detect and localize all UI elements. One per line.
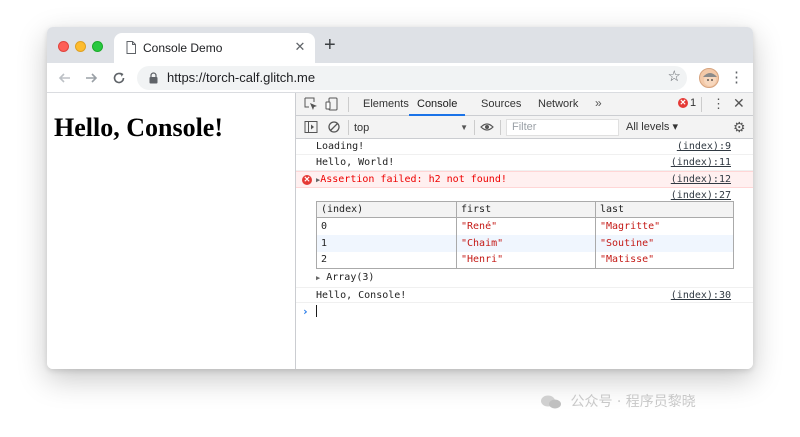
more-tabs-icon[interactable]: » bbox=[595, 96, 602, 110]
console-prompt-icon: › bbox=[302, 305, 309, 318]
table-row: 1 "Chaim" "Soutine" bbox=[316, 234, 734, 252]
clear-console-icon[interactable] bbox=[327, 120, 341, 134]
table-row: 0 "René" "Magritte" bbox=[316, 217, 734, 235]
chevron-down-icon: ▼ bbox=[460, 123, 468, 132]
message-text: Assertion failed: h2 not found! bbox=[320, 174, 507, 185]
message-text: Loading! bbox=[316, 141, 365, 152]
table-cell: "Soutine" bbox=[595, 234, 734, 252]
context-value: top bbox=[354, 122, 370, 134]
reload-icon[interactable] bbox=[109, 68, 129, 88]
console-toolbar: top ▼ Filter All levels ▾ ⚙ bbox=[296, 116, 753, 139]
table-row: 2 "Henri" "Matisse" bbox=[316, 251, 734, 269]
lock-icon bbox=[149, 72, 158, 84]
tab-console[interactable]: Console bbox=[409, 93, 466, 116]
source-link[interactable]: (index):27 bbox=[671, 190, 731, 201]
table-cell: "René" bbox=[456, 217, 596, 235]
table-header[interactable]: last bbox=[595, 201, 734, 218]
table-header-row: (index) first last bbox=[316, 201, 734, 218]
close-window-button[interactable] bbox=[58, 41, 69, 52]
table-cell: 2 bbox=[316, 251, 457, 269]
tab-sources[interactable]: Sources bbox=[481, 93, 521, 116]
log-levels-select[interactable]: All levels ▾ bbox=[626, 120, 678, 133]
url-text: https://torch-calf.glitch.me bbox=[167, 70, 316, 85]
wechat-logo-icon bbox=[541, 395, 561, 409]
console-error-message[interactable]: ✕ ▶Assertion failed: h2 not found! (inde… bbox=[296, 171, 753, 188]
source-link[interactable]: (index):9 bbox=[677, 141, 731, 152]
devtools-tab-bar: Elements Console Sources Network » ✕ 1 ⋮… bbox=[296, 93, 753, 116]
table-cell: "Matisse" bbox=[595, 251, 734, 269]
table-cell: "Magritte" bbox=[595, 217, 734, 235]
back-icon[interactable] bbox=[55, 68, 75, 88]
table-cell: 1 bbox=[316, 234, 457, 252]
toolbar-divider bbox=[474, 120, 475, 135]
browser-tab[interactable]: Console Demo ✕ bbox=[114, 33, 315, 63]
web-page: Hello, Console! bbox=[47, 93, 295, 369]
source-link[interactable]: (index):12 bbox=[671, 174, 731, 185]
content-area: Hello, Console! Elements Console Sources… bbox=[47, 93, 753, 369]
page-heading: Hello, Console! bbox=[54, 113, 223, 142]
console-table: (index) first last 0 "René" "Magritte" 1 bbox=[316, 201, 734, 269]
toolbar-divider bbox=[500, 120, 501, 135]
context-select[interactable]: top ▼ bbox=[354, 120, 468, 136]
table-cell: "Henri" bbox=[456, 251, 596, 269]
console-message: Hello, Console! (index):30 bbox=[296, 287, 753, 303]
console-output: Loading! (index):9 Hello, World! (index)… bbox=[296, 139, 753, 369]
array-summary-text: Array(3) bbox=[326, 272, 375, 283]
table-header[interactable]: first bbox=[456, 201, 596, 218]
console-message: Loading! (index):9 bbox=[296, 139, 753, 155]
document-icon bbox=[126, 41, 136, 54]
toolbar-divider bbox=[348, 97, 349, 112]
browser-toolbar: https://torch-calf.glitch.me ☆ ⋮ bbox=[47, 63, 753, 93]
tab-network[interactable]: Network bbox=[538, 93, 578, 116]
inspect-element-icon[interactable] bbox=[304, 97, 318, 111]
forward-icon[interactable] bbox=[81, 68, 101, 88]
live-expression-eye-icon[interactable] bbox=[480, 120, 494, 134]
filter-input[interactable]: Filter bbox=[506, 119, 619, 136]
avatar[interactable] bbox=[699, 68, 719, 88]
tab-close-icon[interactable]: ✕ bbox=[293, 39, 307, 55]
tab-title: Console Demo bbox=[143, 41, 223, 55]
device-toolbar-icon[interactable] bbox=[325, 97, 339, 111]
error-icon: ✕ bbox=[302, 175, 312, 185]
address-bar[interactable]: https://torch-calf.glitch.me ☆ bbox=[137, 66, 687, 90]
error-count[interactable]: 1 bbox=[690, 97, 696, 109]
console-message: Hello, World! (index):11 bbox=[296, 155, 753, 171]
watermark-text: 公众号 · 程序员黎晓 bbox=[570, 394, 696, 410]
gear-icon[interactable]: ⚙ bbox=[733, 119, 746, 136]
sidebar-toggle-icon[interactable] bbox=[304, 120, 318, 134]
source-link[interactable]: (index):11 bbox=[671, 157, 731, 168]
expand-caret-icon[interactable]: ▶ bbox=[316, 274, 320, 282]
source-link[interactable]: (index):30 bbox=[671, 290, 731, 301]
table-header[interactable]: (index) bbox=[316, 201, 457, 218]
message-text: Hello, Console! bbox=[316, 290, 407, 301]
new-tab-button[interactable]: + bbox=[324, 35, 336, 55]
devtools-close-icon[interactable]: ✕ bbox=[733, 95, 745, 112]
tab-elements[interactable]: Elements bbox=[363, 93, 409, 116]
minimize-window-button[interactable] bbox=[75, 41, 86, 52]
toolbar-divider bbox=[348, 120, 349, 135]
maximize-window-button[interactable] bbox=[92, 41, 103, 52]
devtools-panel: Elements Console Sources Network » ✕ 1 ⋮… bbox=[295, 93, 753, 369]
table-cell: "Chaim" bbox=[456, 234, 596, 252]
browser-window: Console Demo ✕ + https://torch-calf.glit… bbox=[47, 27, 753, 369]
toolbar-divider bbox=[701, 97, 702, 112]
console-input[interactable] bbox=[316, 305, 317, 317]
table-cell: 0 bbox=[316, 217, 457, 235]
array-summary[interactable]: ▶ Array(3) bbox=[316, 272, 374, 283]
watermark: 公众号 · 程序员黎晓 bbox=[540, 391, 696, 411]
tab-strip: Console Demo ✕ + bbox=[47, 27, 753, 63]
error-badge-icon[interactable]: ✕ bbox=[678, 98, 688, 108]
devtools-menu-icon[interactable]: ⋮ bbox=[712, 96, 725, 112]
menu-icon[interactable]: ⋮ bbox=[729, 68, 744, 88]
message-text: Hello, World! bbox=[316, 157, 395, 168]
star-icon[interactable]: ☆ bbox=[668, 67, 681, 85]
